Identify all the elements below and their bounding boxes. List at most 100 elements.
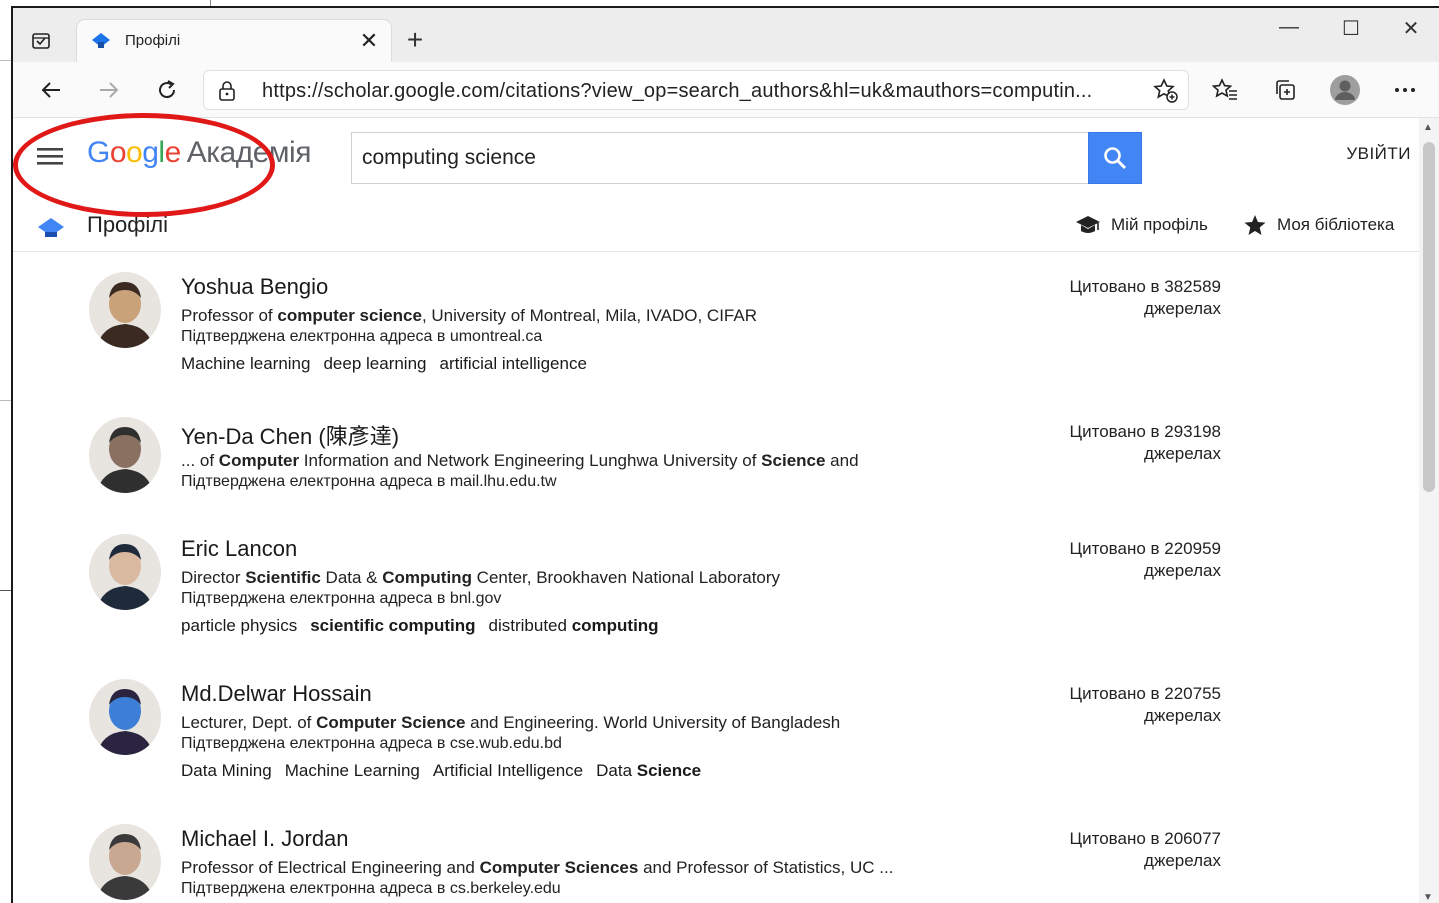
tab-close-button[interactable]: ✕ <box>357 28 381 54</box>
minimize-button[interactable]: — <box>1269 16 1309 39</box>
hamburger-menu-icon[interactable] <box>37 146 63 171</box>
scholar-favicon-icon <box>91 32 111 55</box>
affiliation-text: ... of <box>181 451 219 470</box>
interest-tag-link[interactable]: scientific computing <box>310 616 475 635</box>
affiliation-text: Computer Science <box>316 713 466 732</box>
profile-name[interactable]: Michael I. Jordan <box>181 826 349 852</box>
add-favorite-icon[interactable] <box>1152 77 1180 110</box>
browser-window: Профілі ✕ + — ☐ ✕ https://scholar.google… <box>11 6 1439 903</box>
citation-count: Цитовано в 206077 джерелах <box>1070 828 1221 872</box>
interest-tag-link[interactable]: deep learning <box>323 354 426 373</box>
verified-email: Підтверджена електронна адреса в cse.wub… <box>181 735 562 752</box>
citation-count-line: Цитовано в 206077 <box>1069 829 1221 848</box>
scroll-up-icon[interactable]: ▲ <box>1423 122 1433 133</box>
star-icon <box>1244 215 1266 235</box>
interest-tag-text: deep learning <box>323 354 427 373</box>
citation-count: Цитовано в 220959 джерелах <box>1070 538 1221 582</box>
verified-email: Підтверджена електронна адреса в mail.lh… <box>181 473 557 490</box>
maximize-button[interactable]: ☐ <box>1331 16 1371 41</box>
interest-tag-text: Data <box>596 761 637 780</box>
avatar[interactable] <box>89 824 161 900</box>
profile-name[interactable]: Eric Lancon <box>181 536 297 562</box>
refresh-icon[interactable] <box>149 72 185 108</box>
profiles-subheader: Профілі Мій профіль Моя бібліотека <box>13 204 1419 252</box>
page-title: Профілі <box>87 212 168 237</box>
interest-tag-text: Machine Learning <box>284 761 420 780</box>
search-input[interactable] <box>362 146 1062 170</box>
profile-affiliation: Director Scientific Data & Computing Cen… <box>181 568 780 588</box>
avatar[interactable] <box>89 272 161 348</box>
interest-tag-text: scientific computing <box>310 616 476 635</box>
interest-tag-link[interactable]: Machine Learning <box>285 761 420 780</box>
search-box[interactable] <box>351 132 1089 184</box>
citation-count-unit: джерелах <box>1144 706 1221 725</box>
interest-tags: Machine learning deep learning artificial … <box>181 354 600 374</box>
interest-tag-link[interactable]: Artificial Intelligence <box>433 761 583 780</box>
profile-affiliation: ... of Computer Information and Network … <box>181 451 859 471</box>
tab-bar: Профілі ✕ + — ☐ ✕ <box>13 8 1439 62</box>
profile-icon[interactable] <box>1327 72 1363 108</box>
citation-count-line: Цитовано в 293198 <box>1069 422 1221 441</box>
forward-icon[interactable] <box>91 72 127 108</box>
new-tab-button[interactable]: + <box>401 26 429 54</box>
scholar-cap-icon <box>37 216 65 245</box>
scrollbar-thumb[interactable] <box>1423 142 1435 492</box>
my-profile-link[interactable]: Мій профіль <box>1075 214 1208 236</box>
affiliation-text: Science <box>761 451 826 470</box>
affiliation-text: Center, Brookhaven National Laboratory <box>471 568 781 587</box>
search-button[interactable] <box>1088 132 1142 184</box>
google-scholar-logo[interactable]: Google Академія <box>87 136 311 170</box>
interest-tag-link[interactable]: distributed computing <box>489 616 659 635</box>
sign-in-button[interactable]: УВІЙТИ <box>1346 144 1411 164</box>
profile-name[interactable]: Md.Delwar Hossain <box>181 681 372 707</box>
logo-letter: e <box>164 136 182 169</box>
citation-count-unit: джерелах <box>1144 444 1221 463</box>
affiliation-text: Professor of Electrical Engineering and <box>181 858 480 877</box>
vertical-scrollbar[interactable]: ▲ ▼ <box>1419 118 1439 903</box>
profile-name[interactable]: Yoshua Bengio <box>181 274 328 300</box>
affiliation-text: Director <box>181 568 246 587</box>
citation-count-line: Цитовано в 220959 <box>1069 539 1221 558</box>
back-icon[interactable] <box>33 72 69 108</box>
more-icon[interactable] <box>1387 72 1423 108</box>
tab-actions-icon[interactable] <box>27 28 55 54</box>
interest-tag-link[interactable]: Machine learning <box>181 354 310 373</box>
collections-icon[interactable] <box>1267 72 1303 108</box>
lock-icon[interactable] <box>218 81 236 106</box>
avatar[interactable] <box>89 534 161 610</box>
profile-row: Md.Delwar Hossain Lecturer, Dept. of Comp… <box>13 659 1419 799</box>
favorites-icon[interactable] <box>1207 72 1243 108</box>
verified-email: Підтверджена електронна адреса в cs.berk… <box>181 880 561 897</box>
interest-tag-link[interactable]: Data Mining <box>181 761 272 780</box>
interest-tag-link[interactable]: artificial intelligence <box>440 354 587 373</box>
close-window-button[interactable]: ✕ <box>1391 16 1431 41</box>
scroll-down-icon[interactable]: ▼ <box>1423 892 1433 903</box>
profile-affiliation: Professor of Electrical Engineering and … <box>181 858 893 878</box>
interest-tag-link[interactable]: particle physics <box>181 616 297 635</box>
avatar[interactable] <box>89 417 161 493</box>
profile-affiliation: Lecturer, Dept. of Computer Science and … <box>181 713 840 733</box>
scholar-header: GoogleАкадемія УВІЙТИ <box>13 118 1419 204</box>
affiliation-text: and <box>825 451 859 470</box>
profile-name[interactable]: Yen-Da Chen (陳彥達) <box>181 419 399 451</box>
interest-tag-text: artificial intelligence <box>439 354 587 373</box>
affiliation-text: Computer <box>218 451 300 470</box>
interest-tag-link[interactable]: Data Science <box>596 761 701 780</box>
divider <box>0 590 11 591</box>
tab-profiles[interactable]: Профілі ✕ <box>77 20 391 62</box>
my-profile-label: Мій профіль <box>1111 215 1208 234</box>
affiliation-text: and Engineering. World University of Ban… <box>465 713 841 732</box>
citation-count-line: Цитовано в 382589 <box>1069 277 1221 296</box>
affiliation-text: Computer Sciences <box>479 858 639 877</box>
url-field[interactable]: https://scholar.google.com/citations?vie… <box>203 70 1189 110</box>
avatar[interactable] <box>89 679 161 755</box>
logo-suffix: Академія <box>186 136 312 169</box>
citation-count: Цитовано в 220755 джерелах <box>1070 683 1221 727</box>
interest-tags: Data Mining Machine Learning Artificial In… <box>181 761 714 781</box>
affiliation-text: and Professor of Statistics, UC ... <box>638 858 894 877</box>
interest-tags: particle physics scientific computing dist… <box>181 616 672 636</box>
tab-title: Профілі <box>125 32 181 49</box>
outer-background <box>0 0 11 903</box>
search-icon <box>1104 147 1127 170</box>
my-library-link[interactable]: Моя бібліотека <box>1243 214 1394 236</box>
